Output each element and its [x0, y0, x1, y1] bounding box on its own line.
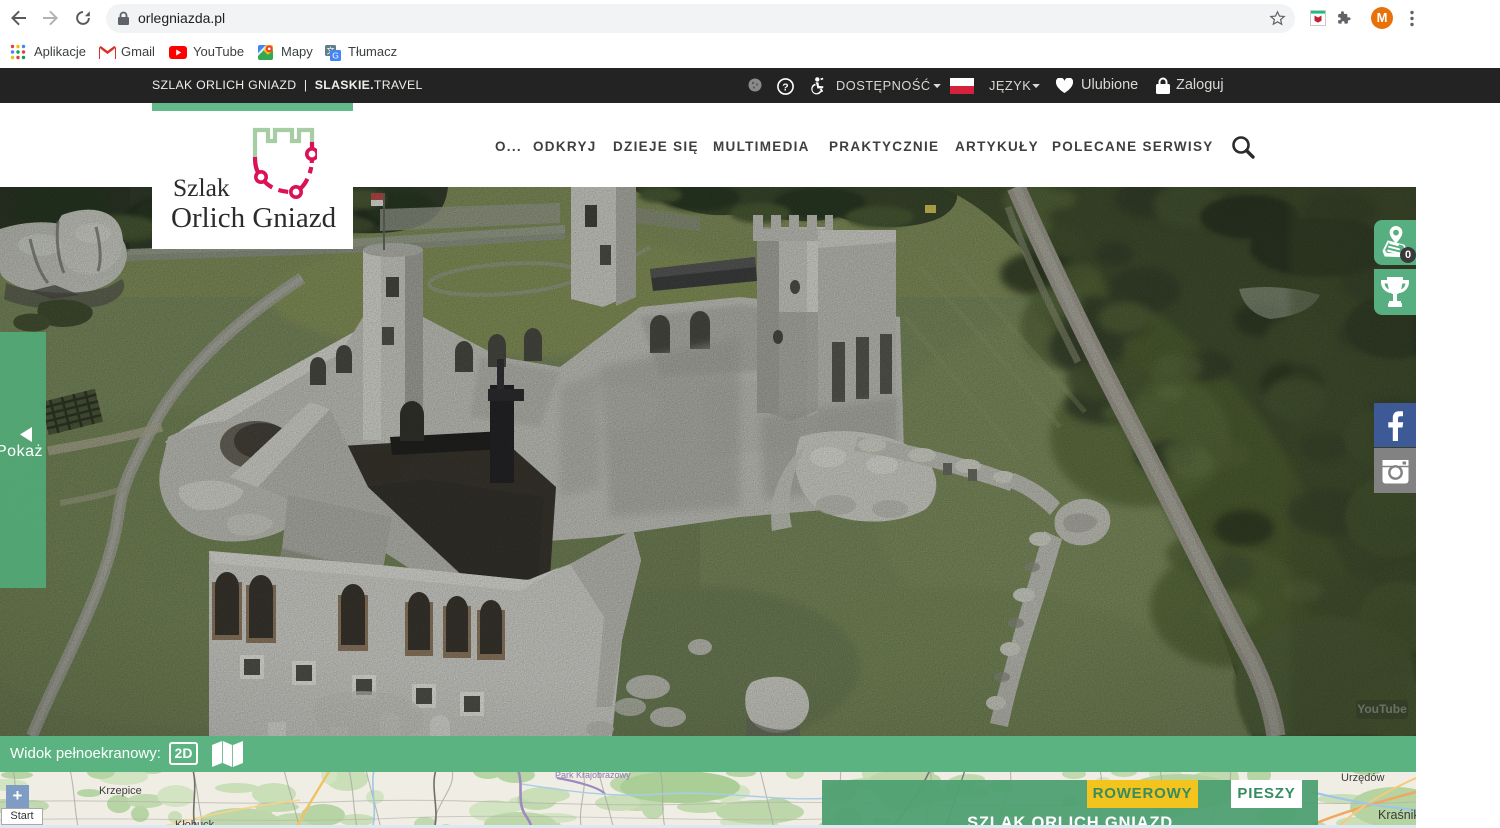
svg-text:Kraśnik: Kraśnik — [1378, 808, 1416, 822]
svg-text:G: G — [332, 51, 339, 61]
svg-text:?: ? — [782, 81, 788, 93]
svg-text:Urzędów: Urzędów — [1341, 772, 1384, 784]
svg-text:Krzepice: Krzepice — [99, 785, 142, 797]
svg-text:Park Krajobrazowy: Park Krajobrazowy — [555, 772, 631, 780]
